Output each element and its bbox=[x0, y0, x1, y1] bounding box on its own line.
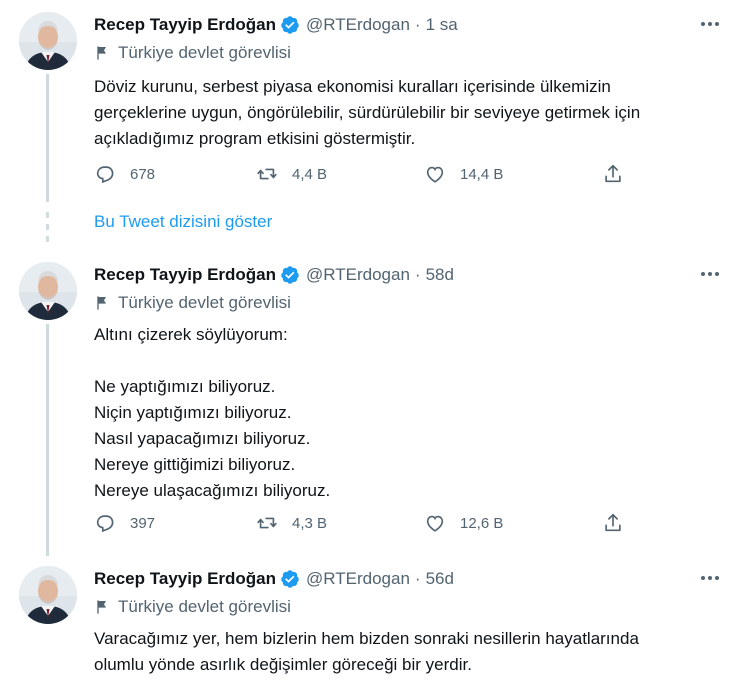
share-icon bbox=[602, 512, 624, 534]
tweet-time[interactable]: 56d bbox=[426, 569, 454, 589]
flag-icon bbox=[94, 599, 110, 615]
flag-icon bbox=[94, 295, 110, 311]
like-button[interactable]: 12,6 B bbox=[424, 512, 503, 534]
like-icon bbox=[424, 163, 446, 185]
thread-dot bbox=[46, 224, 49, 230]
retweet-icon bbox=[256, 512, 278, 534]
tweet-time[interactable]: 58d bbox=[426, 265, 454, 285]
tweet[interactable]: Recep Tayyip Erdoğan @RTErdogan · 56d Tü… bbox=[0, 554, 736, 680]
author-name[interactable]: Recep Tayyip Erdoğan bbox=[94, 265, 276, 285]
reply-count: 397 bbox=[130, 514, 156, 532]
action-bar: 678 4,4 B 14,4 B bbox=[94, 163, 634, 187]
retweet-button[interactable]: 4,3 B bbox=[256, 512, 327, 534]
share-button[interactable] bbox=[602, 512, 638, 534]
tweet-text: Altını çizerek söylüyorum: Ne yaptığımız… bbox=[94, 325, 331, 500]
avatar[interactable] bbox=[19, 566, 77, 624]
tweet-header: Recep Tayyip Erdoğan @RTErdogan · 58d bbox=[94, 262, 454, 288]
tweet-text: Varacağımız yer, hem bizlerin hem bizden… bbox=[94, 629, 639, 674]
avatar[interactable] bbox=[19, 12, 77, 70]
verified-badge-icon bbox=[280, 15, 300, 35]
retweet-count: 4,3 B bbox=[292, 514, 328, 532]
like-count: 12,6 B bbox=[460, 514, 504, 532]
flag-icon bbox=[94, 45, 110, 61]
avatar[interactable] bbox=[19, 262, 77, 320]
tweet[interactable]: Recep Tayyip Erdoğan @RTErdogan · 58d Tü… bbox=[0, 250, 736, 556]
more-icon[interactable] bbox=[698, 264, 722, 284]
reply-count: 678 bbox=[130, 165, 156, 183]
thread-dot bbox=[46, 236, 49, 242]
reply-button[interactable]: 678 bbox=[94, 163, 155, 185]
like-icon bbox=[424, 512, 446, 534]
share-button[interactable] bbox=[602, 163, 638, 185]
like-count: 14,4 B bbox=[460, 165, 504, 183]
reply-button[interactable]: 397 bbox=[94, 512, 155, 534]
thread-dot bbox=[46, 212, 49, 218]
retweet-icon bbox=[256, 163, 278, 185]
tweet-header: Recep Tayyip Erdoğan @RTErdogan · 56d bbox=[94, 566, 454, 592]
action-bar: 397 4,3 B 12,6 B bbox=[94, 512, 634, 536]
account-label[interactable]: Türkiye devlet görevlisi bbox=[94, 597, 291, 617]
thread-line bbox=[46, 74, 49, 202]
tweet[interactable]: Recep Tayyip Erdoğan @RTErdogan · 1 sa T… bbox=[0, 0, 736, 210]
separator-dot: · bbox=[414, 569, 421, 588]
retweet-button[interactable]: 4,4 B bbox=[256, 163, 327, 185]
account-label[interactable]: Türkiye devlet görevlisi bbox=[94, 293, 291, 313]
author-name[interactable]: Recep Tayyip Erdoğan bbox=[94, 15, 276, 35]
show-thread-link[interactable]: Bu Tweet dizisini göster bbox=[94, 212, 272, 232]
tweet-header: Recep Tayyip Erdoğan @RTErdogan · 1 sa bbox=[94, 12, 458, 38]
more-icon[interactable] bbox=[698, 14, 722, 34]
thread-line bbox=[46, 324, 49, 556]
separator-dot: · bbox=[414, 15, 421, 34]
like-button[interactable]: 14,4 B bbox=[424, 163, 503, 185]
more-icon[interactable] bbox=[698, 568, 722, 588]
share-icon bbox=[602, 163, 624, 185]
author-name[interactable]: Recep Tayyip Erdoğan bbox=[94, 569, 276, 589]
reply-icon bbox=[94, 163, 116, 185]
author-handle[interactable]: @RTErdogan bbox=[306, 265, 410, 285]
author-handle[interactable]: @RTErdogan bbox=[306, 569, 410, 589]
retweet-count: 4,4 B bbox=[292, 165, 328, 183]
account-label-text: Türkiye devlet görevlisi bbox=[118, 43, 291, 62]
author-handle[interactable]: @RTErdogan bbox=[306, 15, 410, 35]
tweet-text: Döviz kurunu, serbest piyasa ekonomisi k… bbox=[94, 77, 641, 148]
account-label-text: Türkiye devlet görevlisi bbox=[118, 597, 291, 616]
reply-icon bbox=[94, 512, 116, 534]
verified-badge-icon bbox=[280, 569, 300, 589]
account-label-text: Türkiye devlet görevlisi bbox=[118, 293, 291, 312]
tweet-time[interactable]: 1 sa bbox=[426, 15, 458, 35]
verified-badge-icon bbox=[280, 265, 300, 285]
account-label[interactable]: Türkiye devlet görevlisi bbox=[94, 43, 291, 63]
separator-dot: · bbox=[414, 265, 421, 284]
